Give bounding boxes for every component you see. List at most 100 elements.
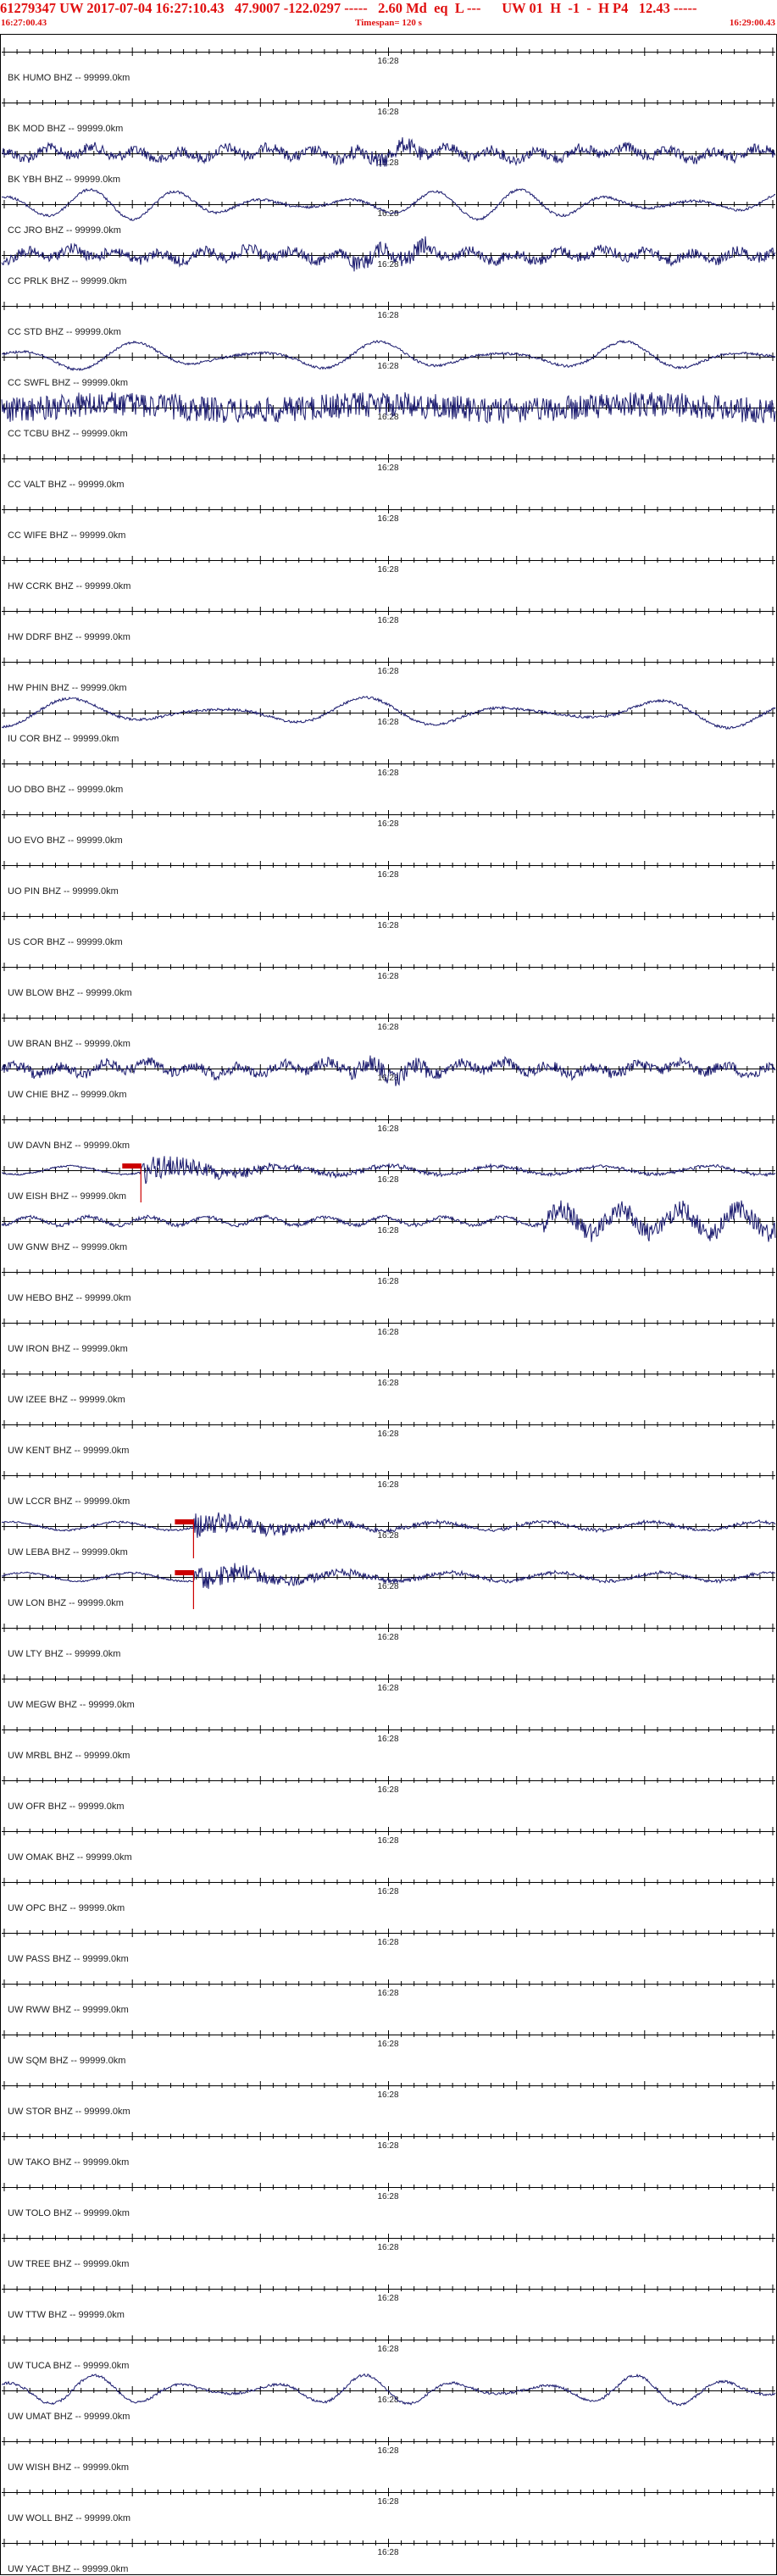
trace-row: 16:28 BK HUMO BHZ -- 99999.0km — [2, 47, 775, 83]
center-tick-label: 16:28 — [377, 1684, 398, 1693]
timespan-label: Timespan= 120 s — [355, 18, 422, 28]
trace-row: 16:28UW CHIE BHZ -- 99999.0km — [1, 1055, 776, 1100]
trace-row: 16:28 IU COR BHZ -- 99999.0km — [1, 696, 776, 744]
pick-flag — [175, 1570, 194, 1575]
center-tick-label: 16:28 — [377, 921, 398, 930]
station-label: UW EISH BHZ -- 99999.0km — [8, 1191, 126, 1202]
station-label: IU COR BHZ -- 99999.0km — [8, 734, 119, 744]
trace-row: 16:28 HW DDRF BHZ -- 99999.0km — [2, 607, 775, 642]
center-tick-label: 16:28 — [377, 616, 398, 625]
center-tick-label: 16:28 — [377, 2345, 398, 2354]
center-tick-label: 16:28 — [377, 1277, 398, 1286]
trace-row: 16:28 UW DAVN BHZ -- 99999.0km — [2, 1115, 775, 1151]
trace-row: 16:28 UW SQM BHZ -- 99999.0km — [2, 2030, 775, 2066]
trace-row: 16:28 CC STD BHZ -- 99999.0km — [2, 302, 775, 337]
station-label: BK MOD BHZ -- 99999.0km — [8, 124, 123, 134]
station-label: BK HUMO BHZ -- 99999.0km — [8, 73, 130, 83]
station-label: CC TCBU BHZ -- 99999.0km — [8, 429, 128, 439]
trace-row: 16:28 UO EVO BHZ -- 99999.0km — [2, 810, 775, 846]
trace-row: 16:28 UW TUCA BHZ -- 99999.0km — [2, 2335, 775, 2371]
center-tick-label: 16:28 — [377, 1938, 398, 1947]
center-tick-label: 16:28 — [377, 1379, 398, 1388]
station-label: UW SQM BHZ -- 99999.0km — [8, 2056, 125, 2066]
station-label: UO EVO BHZ -- 99999.0km — [8, 836, 123, 846]
trace-row: 16:28 UW TTW BHZ -- 99999.0km — [2, 2285, 775, 2320]
center-tick-label: 16:28 — [377, 1633, 398, 1642]
trace-row: 16:28 UW IZEE BHZ -- 99999.0km — [2, 1369, 775, 1405]
pick-flag — [122, 1163, 142, 1169]
trace-row: 16:28 UO DBO BHZ -- 99999.0km — [2, 759, 775, 795]
trace-row: 16:28 UW WISH BHZ -- 99999.0km — [2, 2437, 775, 2473]
center-tick-label: 16:28 — [377, 57, 398, 66]
station-label: UW LCCR BHZ -- 99999.0km — [8, 1496, 130, 1507]
center-tick-label: 16:28 — [377, 1531, 398, 1541]
trace-row: 16:28 CC SWFL BHZ -- 99999.0km — [2, 339, 776, 388]
trace-row: 16:28 CC TCBU BHZ -- 99999.0km — [1, 391, 776, 439]
station-label: UW OMAK BHZ -- 99999.0km — [8, 1852, 132, 1863]
trace-row: 16:28BK YBH BHZ -- 99999.0km — [1, 136, 776, 185]
plot-header: 61279347 UW 2017-07-04 16:27:10.43 47.90… — [0, 0, 777, 34]
center-tick-label: 16:28 — [377, 413, 398, 422]
trace-row: 16:28 UW LEBA BHZ -- 99999.0km — [1, 1512, 776, 1558]
trace-row: 16:28 HW PHIN BHZ -- 99999.0km — [2, 658, 775, 693]
center-tick-label: 16:28 — [377, 2548, 398, 2557]
center-tick-label: 16:28 — [377, 2192, 398, 2201]
station-label: UW HEBO BHZ -- 99999.0km — [8, 1293, 130, 1303]
trace-row: 16:28 UW MEGW BHZ -- 99999.0km — [2, 1674, 775, 1710]
center-tick-label: 16:28 — [377, 1836, 398, 1846]
station-label: UW WOLL BHZ -- 99999.0km — [8, 2513, 130, 2523]
center-tick-label: 16:28 — [377, 1328, 398, 1337]
trace-row: 16:28 UW LON BHZ -- 99999.0km — [1, 1563, 776, 1609]
center-tick-label: 16:28 — [377, 1175, 398, 1185]
trace-row: 16:28 UW KENT BHZ -- 99999.0km — [2, 1420, 775, 1456]
event-title: 61279347 UW 2017-07-04 16:27:10.43 47.90… — [0, 0, 697, 16]
trace-row: 16:28 UW BRAN BHZ -- 99999.0km — [2, 1013, 775, 1049]
center-tick-label: 16:28 — [377, 108, 398, 117]
center-tick-label: 16:28 — [377, 2294, 398, 2303]
station-label: UW OFR BHZ -- 99999.0km — [8, 1802, 125, 1812]
station-label: CC VALT BHZ -- 99999.0km — [8, 480, 125, 490]
station-label: UW LTY BHZ -- 99999.0km — [8, 1649, 120, 1659]
station-label: UW BLOW BHZ -- 99999.0km — [8, 988, 132, 998]
trace-row: 16:28 UW OFR BHZ -- 99999.0km — [2, 1776, 775, 1812]
center-tick-label: 16:28 — [377, 819, 398, 829]
station-label: UW UMAT BHZ -- 99999.0km — [8, 2412, 130, 2422]
center-tick-label: 16:28 — [377, 464, 398, 473]
center-tick-label: 16:28 — [377, 769, 398, 778]
trace-row: 16:28 UW TREE BHZ -- 99999.0km — [2, 2234, 775, 2269]
station-label: UW STOR BHZ -- 99999.0km — [8, 2107, 130, 2117]
station-label: UW BRAN BHZ -- 99999.0km — [8, 1039, 130, 1049]
station-label: UW DAVN BHZ -- 99999.0km — [8, 1141, 130, 1151]
trace-row: 16:28 CC JRO BHZ -- 99999.0km — [1, 187, 776, 236]
trace-row: 16:28 UW WOLL BHZ -- 99999.0km — [2, 2488, 775, 2523]
station-label: HW PHIN BHZ -- 99999.0km — [8, 683, 127, 693]
trace-row: 16:28CC PRLK BHZ -- 99999.0km — [1, 236, 776, 286]
trace-row: 16:28 HW CCRK BHZ -- 99999.0km — [2, 556, 775, 591]
center-tick-label: 16:28 — [377, 1887, 398, 1896]
center-tick-label: 16:28 — [377, 362, 398, 371]
center-tick-label: 16:28 — [377, 972, 398, 981]
center-tick-label: 16:28 — [377, 718, 398, 727]
trace-row: 16:28 BK MOD BHZ -- 99999.0km — [2, 98, 775, 134]
center-tick-label: 16:28 — [377, 1023, 398, 1032]
trace-row: 16:28 UW UMAT BHZ -- 99999.0km — [1, 2373, 776, 2422]
trace-row: 16:28 UW OPC BHZ -- 99999.0km — [2, 1878, 775, 1913]
station-label: UW LEBA BHZ -- 99999.0km — [8, 1547, 128, 1557]
trace-row: 16:28 US COR BHZ -- 99999.0km — [2, 912, 775, 947]
end-time-label: 16:29:00.43 — [729, 18, 775, 28]
station-label: CC WIFE BHZ -- 99999.0km — [8, 530, 125, 541]
center-tick-label: 16:28 — [377, 514, 398, 524]
station-label: BK YBH BHZ -- 99999.0km — [8, 175, 120, 185]
trace-row: 16:28 CC WIFE BHZ -- 99999.0km — [2, 505, 775, 541]
center-tick-label: 16:28 — [377, 1480, 398, 1490]
center-tick-label: 16:28 — [377, 209, 398, 219]
trace-row: 16:28 UW IRON BHZ -- 99999.0km — [2, 1319, 775, 1354]
station-label: UW PASS BHZ -- 99999.0km — [8, 1954, 129, 1964]
station-label: CC JRO BHZ -- 99999.0km — [8, 225, 121, 236]
station-label: UW TREE BHZ -- 99999.0km — [8, 2259, 129, 2269]
station-label: HW CCRK BHZ -- 99999.0km — [8, 581, 130, 591]
center-tick-label: 16:28 — [377, 1430, 398, 1439]
station-label: UW IRON BHZ -- 99999.0km — [8, 1344, 128, 1354]
station-label: CC SWFL BHZ -- 99999.0km — [8, 378, 128, 388]
trace-row: 16:28 UW EISH BHZ -- 99999.0km — [1, 1156, 776, 1202]
